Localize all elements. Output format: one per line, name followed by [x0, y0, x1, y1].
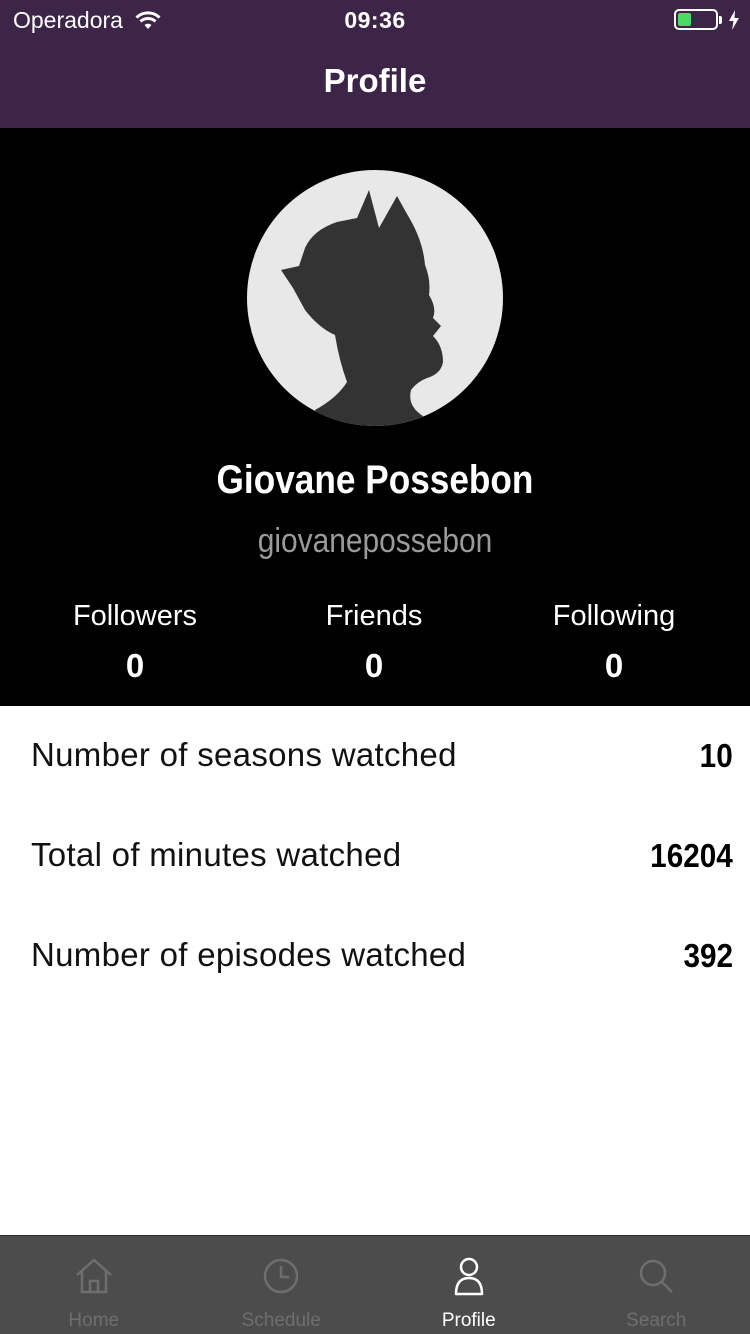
profile-name: Giovane Possebon [216, 458, 534, 502]
top-bar: Operadora 09:36 Profile [0, 0, 750, 128]
following-value: 0 [604, 647, 624, 684]
avatar [247, 170, 503, 426]
tab-label: Profile [441, 1310, 496, 1331]
page-title: Profile [323, 62, 427, 99]
status-bar: Operadora 09:36 [0, 0, 750, 40]
followers-value: 0 [125, 647, 145, 684]
followers-label: Followers [72, 600, 198, 632]
tab-home[interactable]: Home [0, 1236, 188, 1334]
friends-label: Friends [325, 600, 423, 632]
battery-charging-icon [674, 9, 740, 30]
stat-value: 392 [683, 937, 733, 974]
tab-bar: Home Schedule Profile Search [0, 1235, 750, 1334]
friends-counter[interactable]: Friends 0 [249, 600, 499, 685]
stat-row-seasons: Number of seasons watched 10 [0, 706, 750, 806]
tab-schedule[interactable]: Schedule [188, 1236, 376, 1334]
profile-username: giovanepossebon [257, 522, 493, 560]
stat-label: Number of seasons watched [31, 736, 457, 773]
stat-row-minutes: Total of minutes watched 16204 [0, 806, 750, 906]
following-label: Following [552, 600, 676, 632]
stat-value: 16204 [650, 837, 733, 874]
search-icon [640, 1259, 674, 1293]
tab-label: Search [626, 1310, 687, 1331]
tab-search[interactable]: Search [563, 1236, 750, 1334]
following-counter[interactable]: Following 0 [489, 600, 739, 685]
stat-label: Total of minutes watched [31, 836, 402, 873]
clock-icon [264, 1258, 299, 1294]
stat-row-episodes: Number of episodes watched 392 [0, 906, 750, 1006]
profile-header: Giovane Possebon giovanepossebon Followe… [0, 128, 750, 706]
status-time: 09:36 [344, 7, 406, 33]
stat-label: Number of episodes watched [31, 936, 467, 973]
home-icon [75, 1258, 112, 1294]
person-silhouette-icon [281, 190, 443, 426]
stats-list: Number of seasons watched 10 Total of mi… [0, 706, 750, 1006]
followers-counter[interactable]: Followers 0 [10, 600, 260, 685]
tab-label: Schedule [241, 1310, 321, 1331]
friends-value: 0 [364, 647, 384, 684]
tab-profile[interactable]: Profile [375, 1236, 563, 1334]
tab-label: Home [68, 1310, 120, 1331]
user-icon [454, 1257, 483, 1296]
stat-value: 10 [699, 737, 733, 774]
